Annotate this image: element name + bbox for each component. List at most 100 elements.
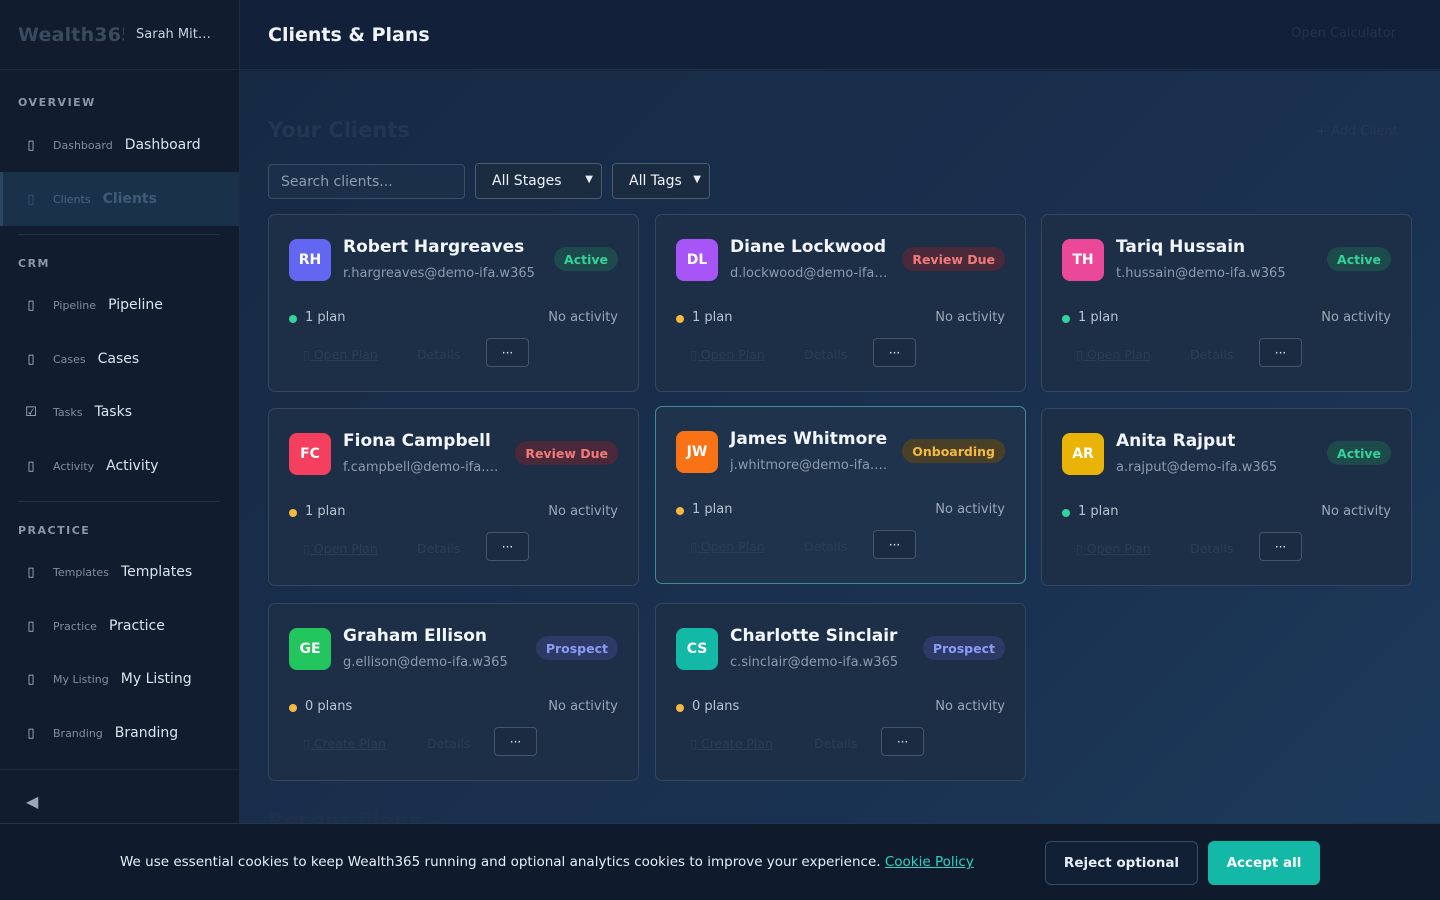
client-name[interactable]: Tariq Hussain [1116,237,1245,257]
sidebar-item-label: Templates [120,564,193,580]
plan-count: 1 plan [1078,310,1119,325]
status-badge: Active [554,247,618,271]
more-options-button[interactable]: ··· [873,530,916,559]
chevron-down-icon: ▼ [693,174,701,185]
client-card[interactable]: CS Charlotte Sinclair c.sinclair@demo-if… [655,603,1026,781]
user-name[interactable]: Sarah Mitchell [136,27,216,42]
search-clients-input[interactable] [268,164,465,199]
reject-optional-button[interactable]: Reject optional [1045,841,1198,885]
details-link[interactable]: Details [814,736,857,751]
sidebar-item-label: Dashboard [124,137,201,153]
plan-count: 0 plans [692,699,740,714]
client-name[interactable]: Robert Hargreaves [343,237,524,257]
details-link[interactable]: Details [804,347,847,362]
your-clients-title: Your Clients [268,118,410,142]
accept-all-button[interactable]: Accept all [1208,841,1320,885]
details-link[interactable]: Details [1190,541,1233,556]
sidebar-item-label: Activity [106,458,159,474]
client-name[interactable]: Charlotte Sinclair [730,626,897,646]
sidebar-item-label: My Listing [120,671,192,687]
page-title: Clients & Plans [268,23,430,46]
sidebar-item-pipeline[interactable]: ▯ Pipeline Pipeline [0,278,239,332]
sidebar-item-templates[interactable]: ▯ Templates Templates [0,545,239,599]
plan-count: 1 plan [692,310,733,325]
open-plan-link[interactable]: ▯ Open Plan [303,347,378,362]
add-client-button[interactable]: + Add Client [1316,124,1398,139]
client-card[interactable]: AR Anita Rajput a.rajput@demo-ifa.w365 A… [1041,408,1412,586]
create-plan-link[interactable]: ▯ Create Plan [303,736,386,751]
sidebar-item-small-label: Practice [53,619,97,633]
client-avatar: RH [289,239,331,281]
client-card[interactable]: RH Robert Hargreaves r.hargreaves@demo-i… [268,214,639,392]
plan-count: 1 plan [692,502,733,517]
client-email: f.campbell@demo-ifa.w365 [343,460,503,475]
more-options-button[interactable]: ··· [486,532,529,561]
cases-icon: ▯ [27,351,35,367]
practice-icon: ▯ [27,618,35,634]
status-dot [289,509,297,517]
more-options-button[interactable]: ··· [494,727,537,756]
client-card[interactable]: JW James Whitmore j.whitmore@demo-ifa.w3… [655,406,1026,584]
client-name[interactable]: Diane Lockwood [730,237,886,257]
details-link[interactable]: Details [417,347,460,362]
last-activity: No activity [548,310,618,325]
client-avatar: CS [676,628,718,670]
sidebar-item-branding[interactable]: ▯ Branding Branding [0,706,239,760]
sidebar-item-small-label: Templates [53,565,109,579]
more-options-button[interactable]: ··· [486,338,529,367]
sidebar-item-small-label: Branding [53,726,103,740]
open-plan-link[interactable]: ▯ Open Plan [303,541,378,556]
stage-filter-select[interactable]: All Stages ▼ [475,163,602,199]
more-options-button[interactable]: ··· [1259,532,1302,561]
client-card[interactable]: DL Diane Lockwood d.lockwood@demo-ifa.w3… [655,214,1026,392]
sidebar-item-tasks[interactable]: ☑ Tasks Tasks [0,385,239,439]
open-plan-link[interactable]: ▯ Open Plan [1076,541,1151,556]
status-dot [289,704,297,712]
open-calculator-button[interactable]: Open Calculator [1291,26,1396,41]
sidebar-item-label: Branding [114,725,179,741]
details-link[interactable]: Details [804,539,847,554]
client-card[interactable]: FC Fiona Campbell f.campbell@demo-ifa.w3… [268,408,639,586]
tag-filter-value: All Tags [629,173,682,189]
details-link[interactable]: Details [427,736,470,751]
topbar: Clients & Plans Open Calculator [240,0,1440,70]
client-name[interactable]: Fiona Campbell [343,431,491,451]
sidebar-item-practice[interactable]: ▯ Practice Practice [0,599,239,653]
sidebar-item-dashboard[interactable]: ▯ Dashboard Dashboard [0,118,239,172]
sidebar-item-label: Practice [108,618,165,634]
create-plan-link[interactable]: ▯ Create Plan [690,736,773,751]
tag-filter-select[interactable]: All Tags ▼ [612,163,710,199]
cookie-policy-link[interactable]: Cookie Policy [885,854,974,870]
open-plan-link[interactable]: ▯ Open Plan [690,539,765,554]
listing-icon: ▯ [27,671,35,687]
details-link[interactable]: Details [417,541,460,556]
sidebar-item-cases[interactable]: ▯ Cases Cases [0,332,239,386]
plan-count: 1 plan [1078,504,1119,519]
client-name[interactable]: Anita Rajput [1116,431,1235,451]
client-name[interactable]: Graham Ellison [343,626,487,646]
more-options-button[interactable]: ··· [1259,338,1302,367]
last-activity: No activity [548,504,618,519]
dashboard-icon: ▯ [27,137,35,153]
client-email: j.whitmore@demo-ifa.w365 [730,458,890,473]
more-options-button[interactable]: ··· [881,727,924,756]
open-plan-link[interactable]: ▯ Open Plan [1076,347,1151,362]
client-card[interactable]: TH Tariq Hussain t.hussain@demo-ifa.w365… [1041,214,1412,392]
sidebar-item-activity[interactable]: ▯ Activity Activity [0,439,239,493]
status-dot [676,704,684,712]
open-plan-link[interactable]: ▯ Open Plan [690,347,765,362]
client-email: d.lockwood@demo-ifa.w365 [730,266,890,281]
brand-logo[interactable]: Wealth365 [18,24,124,46]
brand-row: Wealth365 Sarah Mitchell [0,0,239,70]
sidebar-item-small-label: Tasks [53,405,83,419]
client-name[interactable]: James Whitmore [730,429,887,449]
more-options-button[interactable]: ··· [873,338,916,367]
client-email: r.hargreaves@demo-ifa.w365 [343,266,535,281]
client-card[interactable]: GE Graham Ellison g.ellison@demo-ifa.w36… [268,603,639,781]
sidebar-item-label: Pipeline [108,297,163,313]
client-avatar: GE [289,628,331,670]
details-link[interactable]: Details [1190,347,1233,362]
client-avatar: TH [1062,239,1104,281]
sidebar-item-clients[interactable]: ▯ Clients Clients [0,172,239,226]
sidebar-item-my-listing[interactable]: ▯ My Listing My Listing [0,652,239,706]
